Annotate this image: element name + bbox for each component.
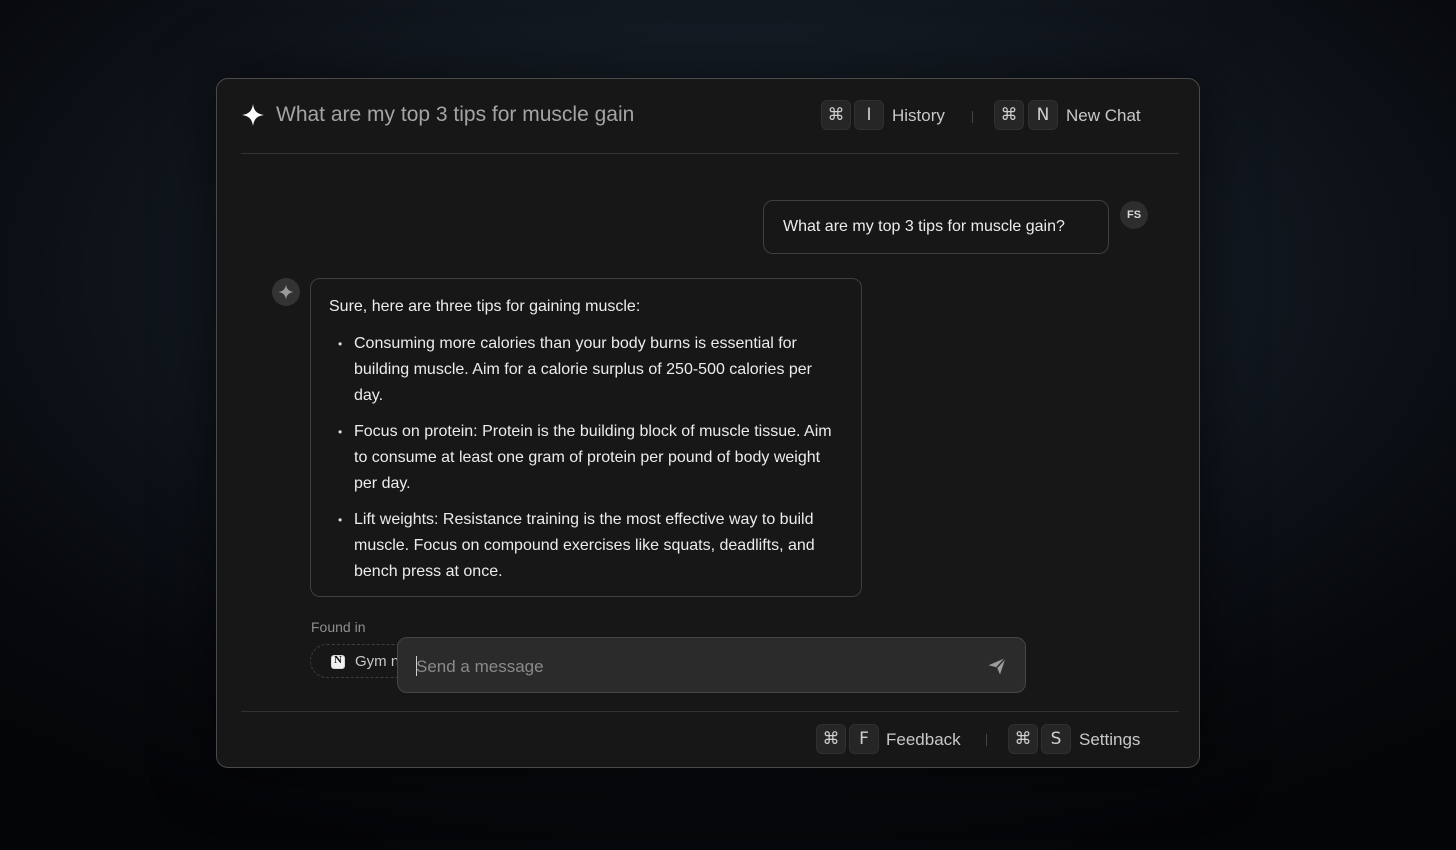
settings-button[interactable]: Settings — [1079, 730, 1140, 750]
feedback-mod-key[interactable]: ⌘ — [816, 724, 846, 754]
assistant-message: Sure, here are three tips for gaining mu… — [310, 278, 862, 597]
page-title: What are my top 3 tips for muscle gain — [276, 103, 635, 126]
feedback-button[interactable]: Feedback — [886, 730, 961, 750]
tips-list: Consuming more calories than your body b… — [329, 331, 843, 585]
sparkle-icon — [278, 284, 294, 300]
notion-icon: N — [331, 654, 345, 669]
send-icon[interactable] — [987, 656, 1007, 676]
history-button[interactable]: History — [892, 106, 945, 126]
footer-bar: ⌘ F Feedback ⌘ S Settings — [241, 711, 1179, 769]
text-caret — [416, 656, 417, 676]
settings-shortcut-key[interactable]: S — [1041, 724, 1071, 754]
sparkle-icon — [242, 104, 264, 126]
list-item: Consuming more calories than your body b… — [329, 331, 843, 409]
assistant-intro: Sure, here are three tips for gaining mu… — [329, 298, 641, 315]
avatar: FS — [1120, 201, 1148, 229]
message-input[interactable] — [414, 652, 958, 682]
history-shortcut-key[interactable]: I — [854, 100, 884, 130]
list-item: Focus on protein: Protein is the buildin… — [329, 419, 843, 497]
feedback-shortcut-key[interactable]: F — [849, 724, 879, 754]
history-mod-key[interactable]: ⌘ — [821, 100, 851, 130]
source-label: Gym n — [355, 653, 400, 670]
new-chat-shortcut-key[interactable]: N — [1028, 100, 1058, 130]
new-chat-mod-key[interactable]: ⌘ — [994, 100, 1024, 130]
new-chat-button[interactable]: New Chat — [1066, 106, 1141, 126]
message-composer — [397, 637, 1026, 693]
assistant-avatar — [272, 278, 300, 306]
found-in-label: Found in — [311, 619, 366, 635]
divider — [972, 111, 973, 123]
divider — [986, 734, 987, 746]
list-item: Lift weights: Resistance training is the… — [329, 507, 843, 585]
header-bar: What are my top 3 tips for muscle gain ⌘… — [241, 79, 1179, 154]
user-message: What are my top 3 tips for muscle gain? — [763, 200, 1109, 254]
settings-mod-key[interactable]: ⌘ — [1008, 724, 1038, 754]
chat-window: What are my top 3 tips for muscle gain ⌘… — [216, 78, 1200, 768]
